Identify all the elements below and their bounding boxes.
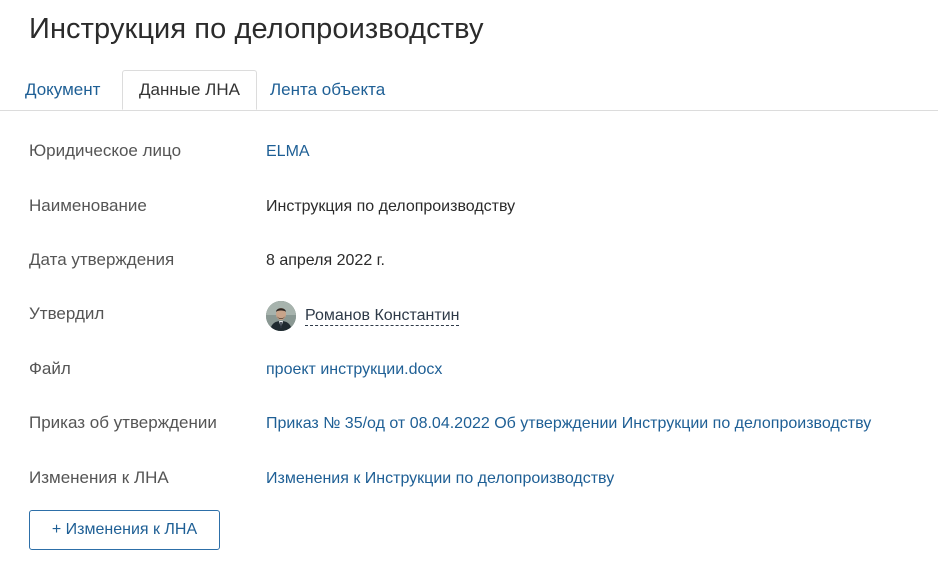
legal-entity-link[interactable]: ELMA: [266, 143, 310, 161]
field-label-legal-entity: Юридическое лицо: [29, 141, 182, 160]
field-row-approval-date: Дата утверждения 8 апреля 2022 г.: [0, 250, 938, 280]
tab-object-feed[interactable]: Лента объекта: [270, 70, 385, 110]
tab-bar: Документ Данные ЛНА Лента объекта: [0, 70, 938, 111]
field-row-file: Файл проект инструкции.docx: [0, 359, 938, 389]
field-label-changes: Изменения к ЛНА: [29, 468, 169, 487]
approver-user-link[interactable]: Романов Константин: [266, 300, 460, 332]
changes-link[interactable]: Изменения к Инструкции по делопроизводст…: [266, 470, 614, 488]
name-value: Инструкция по делопроизводству: [266, 198, 516, 215]
field-label-approved-by: Утвердил: [29, 304, 105, 323]
page: Инструкция по делопроизводству Документ …: [0, 0, 938, 582]
approval-order-link[interactable]: Приказ № 35/од от 08.04.2022 Об утвержде…: [266, 415, 871, 433]
approver-name: Романов Константин: [305, 306, 460, 326]
field-label-approval-date: Дата утверждения: [29, 250, 175, 269]
avatar-photo-icon: [266, 301, 296, 331]
field-row-approval-order: Приказ об утверждении Приказ № 35/од от …: [0, 413, 938, 443]
field-row-approved-by: Утвердил Романов Константин: [0, 301, 938, 334]
field-label-approval-order: Приказ об утверждении: [29, 413, 217, 432]
approval-date-value: 8 апреля 2022 г.: [266, 252, 385, 269]
field-label-name: Наименование: [29, 196, 147, 215]
add-changes-button[interactable]: + Изменения к ЛНА: [29, 510, 220, 550]
tab-lna-data[interactable]: Данные ЛНА: [122, 70, 257, 110]
field-label-file: Файл: [29, 359, 71, 378]
tab-document[interactable]: Документ: [25, 70, 100, 110]
file-link[interactable]: проект инструкции.docx: [266, 361, 442, 379]
field-row-legal-entity: Юридическое лицо ELMA: [0, 141, 938, 171]
field-row-name: Наименование Инструкция по делопроизводс…: [0, 196, 938, 226]
user-avatar: [266, 301, 296, 331]
field-row-changes: Изменения к ЛНА Изменения к Инструкции п…: [0, 468, 938, 498]
page-title: Инструкция по делопроизводству: [29, 13, 484, 45]
